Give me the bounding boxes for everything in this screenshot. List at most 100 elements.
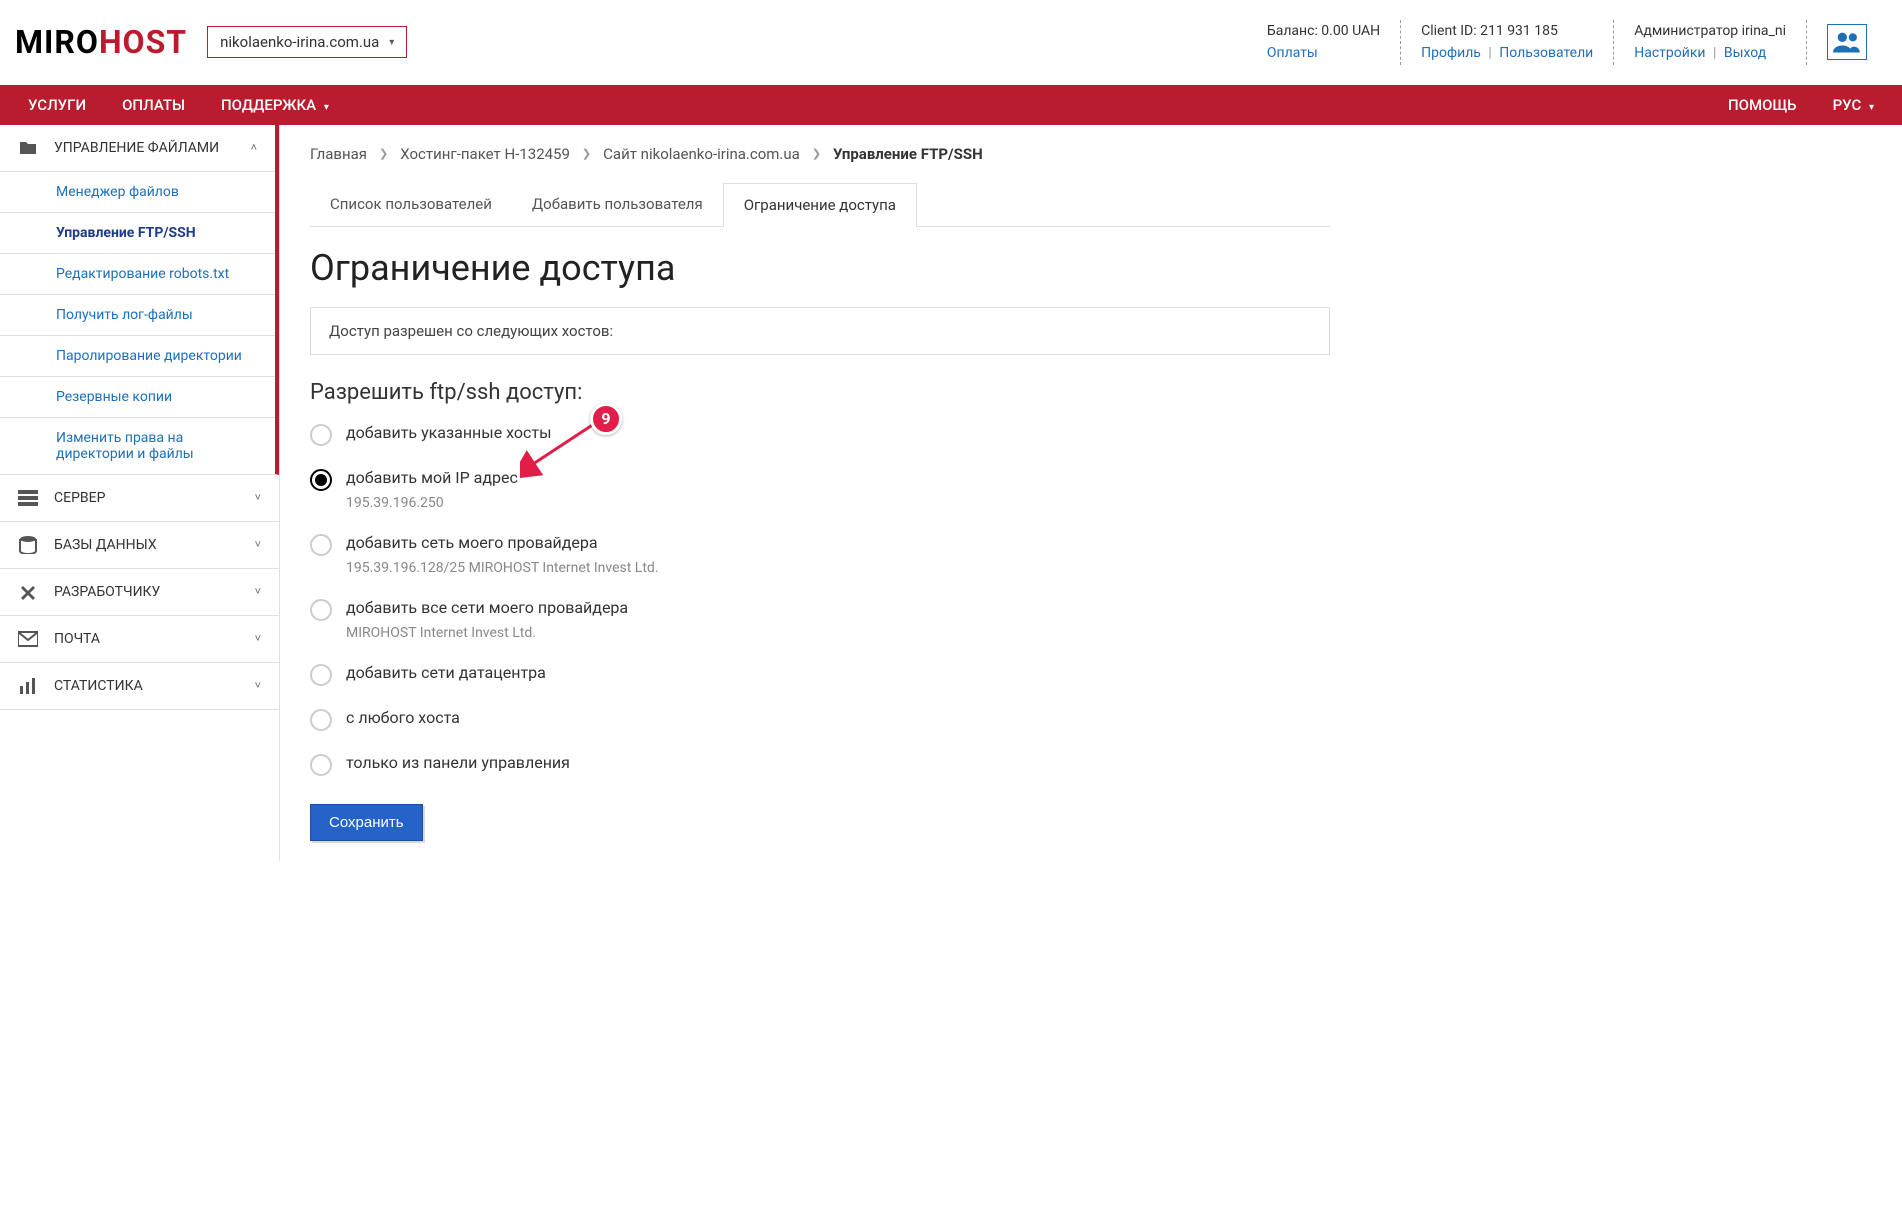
radio-list: добавить указанные хосты добавить мой IP… [310, 423, 1330, 776]
nav-payments[interactable]: ОПЛАТЫ [104, 86, 203, 124]
settings-link[interactable]: Настройки [1634, 45, 1705, 61]
breadcrumb-site[interactable]: Сайт nikolaenko-irina.com.ua [603, 145, 800, 163]
chevron-down-icon: ˅ [255, 491, 261, 504]
payments-link[interactable]: Оплаты [1267, 45, 1318, 61]
chevron-down-icon: ˅ [255, 679, 261, 692]
top-header: MIROHOST nikolaenko-irina.com.ua ▾ Балан… [0, 0, 1902, 85]
folder-icon [18, 139, 40, 157]
radio-panel-only[interactable] [310, 754, 332, 776]
database-icon [18, 536, 40, 554]
radio-item-my-ip: добавить мой IP адрес 195.39.196.250 9 [310, 468, 1330, 511]
breadcrumb-current: Управление FTP/SSH [833, 145, 983, 163]
logout-link[interactable]: Выход [1724, 45, 1766, 61]
sidebar-head-dev[interactable]: РАЗРАБОТЧИКУ ˅ [0, 569, 279, 615]
domain-selector[interactable]: nikolaenko-irina.com.ua ▾ [207, 26, 407, 58]
chevron-down-icon: ▾ [389, 37, 394, 48]
sidebar-section-stats: СТАТИСТИКА ˅ [0, 663, 279, 710]
chevron-down-icon: ▾ [324, 102, 329, 113]
separator: | [1488, 45, 1491, 61]
client-col: Client ID: 211 931 185 Профиль | Пользов… [1400, 20, 1613, 65]
sidebar-item-ftp-ssh: Управление FTP/SSH [0, 212, 275, 253]
chevron-right-icon: ❯ [379, 147, 388, 160]
radio-detail: 195.39.196.128/25 MIROHOST Internet Inve… [346, 560, 659, 576]
logo-part-2: HOST [99, 23, 187, 61]
admin-label: Администратор irina_ni [1634, 20, 1786, 42]
save-button[interactable]: Сохранить [310, 804, 423, 841]
breadcrumb-home[interactable]: Главная [310, 145, 367, 163]
profile-link[interactable]: Профиль [1421, 45, 1481, 61]
sidebar-section-server: СЕРВЕР ˅ [0, 475, 279, 522]
radio-any-host[interactable] [310, 709, 332, 731]
sidebar-sub-files: Менеджер файлов Управление FTP/SSH Редак… [0, 171, 275, 474]
sidebar-item-backup: Резервные копии [0, 376, 275, 417]
sidebar-section-db: БАЗЫ ДАННЫХ ˅ [0, 522, 279, 569]
radio-datacenter[interactable] [310, 664, 332, 686]
content: Главная ❯ Хостинг-пакет H-132459 ❯ Сайт … [280, 125, 1360, 861]
radio-label: добавить сеть моего провайдера [346, 533, 659, 552]
tab-user-list[interactable]: Список пользователей [310, 183, 512, 226]
annotation-badge: 9 [590, 403, 622, 435]
radio-item-panel-only: только из панели управления [310, 753, 1330, 776]
main-nav: УСЛУГИ ОПЛАТЫ ПОДДЕРЖКА ▾ ПОМОЩЬ РУС ▾ [0, 85, 1902, 125]
info-box: Доступ разрешен со следующих хостов: [310, 307, 1330, 355]
nav-services[interactable]: УСЛУГИ [10, 86, 104, 124]
tab-add-user[interactable]: Добавить пользователя [512, 183, 723, 226]
radio-label: добавить мой IP адрес [346, 468, 518, 487]
breadcrumb: Главная ❯ Хостинг-пакет H-132459 ❯ Сайт … [310, 145, 1330, 163]
chevron-right-icon: ❯ [812, 147, 821, 160]
tools-icon [18, 583, 40, 601]
chevron-up-icon: ˄ [251, 141, 257, 154]
radio-detail: MIROHOST Internet Invest Ltd. [346, 625, 628, 641]
balance-label: Баланс: 0.00 UAH [1267, 20, 1380, 42]
radio-item-all-provider-nets: добавить все сети моего провайдера MIROH… [310, 598, 1330, 641]
radio-provider-net[interactable] [310, 534, 332, 556]
admin-col: Администратор irina_ni Настройки | Выход [1613, 20, 1806, 65]
sidebar: УПРАВЛЕНИЕ ФАЙЛАМИ ˄ Менеджер файлов Упр… [0, 125, 280, 861]
radio-label: с любого хоста [346, 708, 460, 727]
nav-help[interactable]: ПОМОЩЬ [1710, 86, 1815, 124]
logo-part-1: MIRO [15, 23, 99, 61]
mail-icon [18, 630, 40, 648]
chevron-down-icon: ▾ [1869, 102, 1874, 113]
sidebar-files-label: УПРАВЛЕНИЕ ФАЙЛАМИ [54, 140, 251, 156]
logo[interactable]: MIROHOST [15, 23, 187, 61]
page-title: Ограничение доступа [310, 247, 1330, 289]
sidebar-head-db[interactable]: БАЗЫ ДАННЫХ ˅ [0, 522, 279, 568]
sidebar-stats-label: СТАТИСТИКА [54, 678, 255, 694]
chevron-right-icon: ❯ [582, 147, 591, 160]
client-id-label: Client ID: 211 931 185 [1421, 20, 1593, 42]
radio-label: добавить все сети моего провайдера [346, 598, 628, 617]
nav-support[interactable]: ПОДДЕРЖКА ▾ [203, 86, 347, 124]
radio-all-provider-nets[interactable] [310, 599, 332, 621]
chevron-down-icon: ˅ [255, 538, 261, 551]
chevron-down-icon: ˅ [255, 632, 261, 645]
sidebar-item-log-files: Получить лог-файлы [0, 294, 275, 335]
nav-lang[interactable]: РУС ▾ [1815, 86, 1892, 124]
body-wrap: УПРАВЛЕНИЕ ФАЙЛАМИ ˄ Менеджер файлов Упр… [0, 125, 1902, 861]
radio-label: добавить сети датацентра [346, 663, 546, 682]
sidebar-server-label: СЕРВЕР [54, 490, 255, 506]
balance-col: Баланс: 0.00 UAH Оплаты [1247, 20, 1400, 65]
top-right: Баланс: 0.00 UAH Оплаты Client ID: 211 9… [1247, 20, 1887, 65]
page-subtitle: Разрешить ftp/ssh доступ: [310, 380, 1330, 405]
sidebar-head-mail[interactable]: ПОЧТА ˅ [0, 616, 279, 662]
sidebar-dev-label: РАЗРАБОТЧИКУ [54, 584, 255, 600]
sidebar-section-dev: РАЗРАБОТЧИКУ ˅ [0, 569, 279, 616]
avatar-icon[interactable] [1827, 24, 1867, 60]
sidebar-head-server[interactable]: СЕРВЕР ˅ [0, 475, 279, 521]
sidebar-item-robots: Редактирование robots.txt [0, 253, 275, 294]
radio-specified-hosts[interactable] [310, 424, 332, 446]
radio-label: только из панели управления [346, 753, 570, 772]
tab-restrict[interactable]: Ограничение доступа [723, 183, 917, 227]
radio-item-datacenter: добавить сети датацентра [310, 663, 1330, 686]
breadcrumb-package[interactable]: Хостинг-пакет H-132459 [400, 145, 570, 163]
sidebar-item-permissions: Изменить права на директории и файлы [0, 417, 275, 474]
sidebar-section-files: УПРАВЛЕНИЕ ФАЙЛАМИ ˄ Менеджер файлов Упр… [0, 125, 279, 475]
sidebar-item-file-manager: Менеджер файлов [0, 171, 275, 212]
sidebar-mail-label: ПОЧТА [54, 631, 255, 647]
sidebar-head-stats[interactable]: СТАТИСТИКА ˅ [0, 663, 279, 709]
radio-my-ip[interactable] [310, 469, 332, 491]
sidebar-head-files[interactable]: УПРАВЛЕНИЕ ФАЙЛАМИ ˄ [0, 125, 275, 171]
users-link[interactable]: Пользователи [1499, 45, 1593, 61]
sidebar-section-mail: ПОЧТА ˅ [0, 616, 279, 663]
